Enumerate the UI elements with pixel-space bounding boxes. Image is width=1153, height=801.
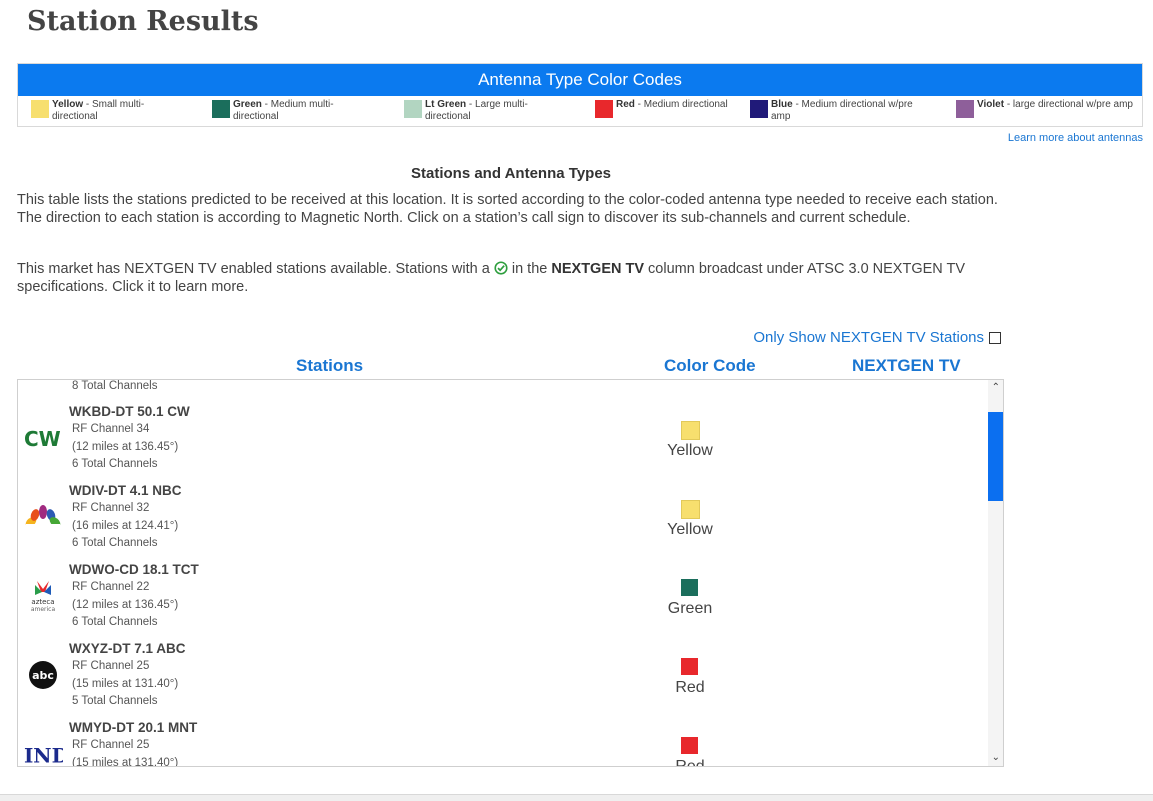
legend-name: Violet [977, 99, 1005, 110]
nextgen-note-bold: NEXTGEN TV [551, 261, 645, 277]
legend-item-yellow: Yellow - Small multi-directional [31, 99, 172, 123]
legend-desc: - Medium directional [634, 99, 728, 110]
station-rf-channel: RF Channel 32 [72, 502, 150, 514]
station-call-sign[interactable]: WXYZ-DT 7.1 ABC [69, 641, 186, 656]
color-code-label: Green [667, 600, 713, 617]
station-rf-channel: RF Channel 25 [72, 660, 150, 672]
table-row: abc WXYZ-DT 7.1 ABC RF Channel 25 (15 mi… [18, 641, 988, 720]
green-swatch [212, 100, 230, 118]
color-code-label: Red [675, 758, 705, 767]
azteca-logo-text: azteca [31, 598, 54, 606]
station-call-sign[interactable]: WMYD-DT 20.1 MNT [69, 720, 197, 735]
station-call-sign[interactable]: WKBD-DT 50.1 CW [69, 404, 190, 419]
ind-logo-text: IND [24, 744, 63, 767]
station-distance: (12 miles at 136.45°) [72, 441, 179, 453]
blue-swatch [750, 100, 768, 118]
violet-swatch [956, 100, 974, 118]
red-swatch [681, 737, 698, 754]
table-scrollbar[interactable]: ⌃ ⌄ [988, 380, 1003, 766]
legend-name: Lt Green [425, 99, 467, 110]
nextgen-note-mid: in the [507, 261, 552, 277]
legend-header: Antenna Type Color Codes [18, 64, 1142, 96]
ind-logo: IND [23, 734, 63, 767]
section-title: Stations and Antenna Types [410, 165, 612, 182]
legend-items: Yellow - Small multi-directional Green -… [18, 96, 1142, 127]
color-code-label: Red [675, 679, 705, 696]
cw-logo-text: CW [24, 427, 61, 449]
abc-logo: abc [23, 655, 63, 695]
azteca-logo: azteca america [23, 576, 63, 616]
scroll-down-icon[interactable]: ⌄ [992, 753, 1000, 763]
table-row: azteca america WDWO-CD 18.1 TCT RF Chann… [18, 562, 988, 641]
legend-item-green: Green - Medium multi-directional [212, 99, 353, 123]
station-rf-channel: RF Channel 34 [72, 423, 150, 435]
station-total-channels: 6 Total Channels [72, 458, 158, 470]
legend-desc: - large directional w/pre amp [1004, 99, 1133, 110]
table-row: CW WKBD-DT 50.1 CW RF Channel 34 (12 mil… [18, 404, 988, 483]
station-rf-channel: RF Channel 22 [72, 581, 150, 593]
yellow-swatch [681, 500, 700, 519]
lt-green-swatch [404, 100, 422, 118]
cw-logo: CW [23, 418, 63, 458]
legend-name: Yellow [52, 99, 84, 110]
station-total-channels: 6 Total Channels [72, 616, 158, 628]
partial-row-channels: 8 Total Channels [72, 380, 158, 392]
abc-logo-text: abc [32, 669, 54, 682]
color-code-label: Yellow [667, 521, 713, 538]
yellow-swatch [31, 100, 49, 118]
station-total-channels: 5 Total Channels [72, 695, 158, 707]
check-circle-icon [494, 261, 508, 275]
azteca-logo-subtext: america [31, 606, 56, 613]
red-swatch [595, 100, 613, 118]
legend-desc: - Medium directional w/pre amp [771, 99, 913, 122]
nextgen-filter[interactable]: Only Show NEXTGEN TV Stations [753, 329, 1001, 346]
station-distance: (16 miles at 124.41°) [72, 520, 179, 532]
legend-item-blue: Blue - Medium directional w/pre amp [750, 99, 931, 123]
station-distance: (15 miles at 131.40°) [72, 757, 179, 767]
table-row: IND WMYD-DT 20.1 MNT RF Channel 25 (15 m… [18, 720, 988, 767]
column-header-nextgen[interactable]: NEXTGEN TV [852, 356, 961, 376]
legend-name: Blue [771, 99, 793, 110]
column-header-stations[interactable]: Stations [296, 356, 363, 376]
legend-item-red: Red - Medium directional [595, 99, 736, 118]
station-total-channels: 6 Total Channels [72, 537, 158, 549]
learn-more-antennas-link[interactable]: Learn more about antennas [1008, 132, 1143, 144]
intro-text: This table lists the stations predicted … [17, 192, 998, 226]
legend-item-violet: Violet - large directional w/pre amp [956, 99, 1137, 118]
station-call-sign[interactable]: WDIV-DT 4.1 NBC [69, 483, 182, 498]
page-title: Station Results [27, 6, 259, 37]
green-swatch [681, 579, 698, 596]
station-distance: (15 miles at 131.40°) [72, 678, 179, 690]
antenna-color-legend: Antenna Type Color Codes Yellow - Small … [17, 63, 1143, 127]
legend-item-lt-green: Lt Green - Large multi-directional [404, 99, 545, 123]
scroll-up-icon[interactable]: ⌃ [992, 383, 1000, 393]
stations-table[interactable]: 8 Total Channels CW WKBD-DT 50.1 CW RF C… [17, 379, 1004, 767]
nextgen-note: This market has NEXTGEN TV enabled stati… [17, 261, 1007, 296]
station-call-sign[interactable]: WDWO-CD 18.1 TCT [69, 562, 199, 577]
yellow-swatch [681, 421, 700, 440]
scrollbar-thumb[interactable] [988, 412, 1003, 501]
column-header-color-code[interactable]: Color Code [664, 356, 756, 376]
legend-name: Red [616, 99, 635, 110]
nextgen-filter-checkbox[interactable] [989, 331, 1001, 344]
station-distance: (12 miles at 136.45°) [72, 599, 179, 611]
legend-name: Green [233, 99, 262, 110]
nbc-logo [23, 497, 63, 537]
table-row: WDIV-DT 4.1 NBC RF Channel 32 (16 miles … [18, 483, 988, 562]
nextgen-filter-label[interactable]: Only Show NEXTGEN TV Stations [753, 329, 984, 346]
station-rf-channel: RF Channel 25 [72, 739, 150, 751]
color-code-label: Yellow [667, 442, 713, 459]
red-swatch [681, 658, 698, 675]
nextgen-note-start: This market has NEXTGEN TV enabled stati… [17, 261, 494, 277]
